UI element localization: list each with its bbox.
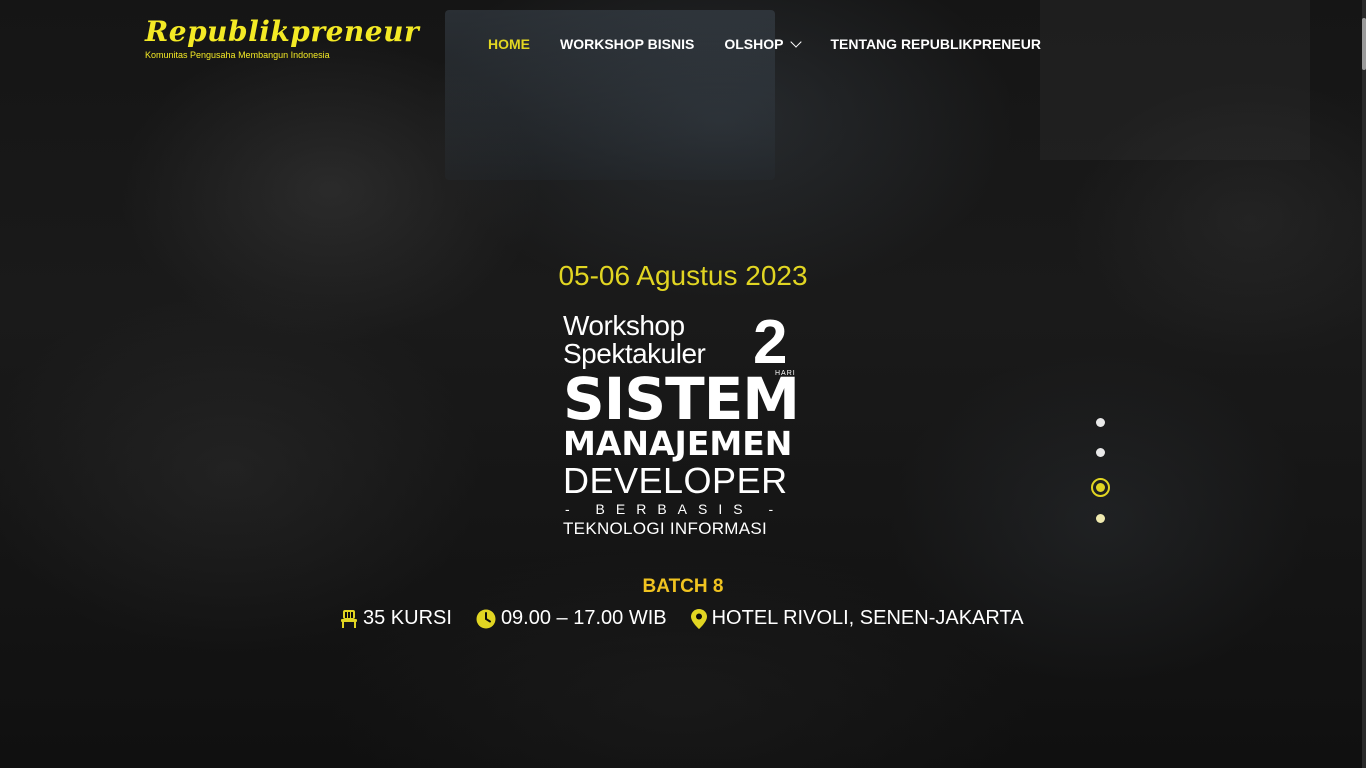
logo-subtitle: Komunitas Pengusaha Membangun Indonesia	[145, 50, 330, 60]
slider-pagination	[1091, 418, 1110, 544]
title-teknologi: TEKNOLOGI INFORMASI	[563, 519, 768, 538]
workshop-title-graphic: Workshop Spektakuler 2 HARI SISTEM MANAJ…	[563, 312, 808, 540]
nav-item-home[interactable]: HOME	[488, 36, 530, 52]
title-berbasis: - BERBASIS -	[565, 501, 785, 517]
seats-info: 35 KURSI	[340, 607, 452, 630]
nav-item-label: TENTANG REPUBLIKPRENEUR	[830, 36, 1041, 52]
title-sistem: SISTEM	[563, 365, 800, 433]
title-manajemen: MANAJEMEN	[563, 424, 793, 463]
clock-icon	[476, 609, 496, 628]
nav-item-label: OLSHOP	[724, 36, 784, 52]
time-info: 09.00 – 17.00 WIB	[476, 607, 667, 630]
title-days-number: 2	[753, 308, 788, 377]
time-text: 09.00 – 17.00 WIB	[500, 607, 667, 629]
scrollbar-track[interactable]	[1362, 0, 1366, 768]
title-days-unit: HARI	[775, 370, 796, 377]
slider-dot-2[interactable]	[1096, 448, 1105, 457]
nav-item-label: WORKSHOP BISNIS	[560, 36, 695, 52]
event-date: 05-06 Agustus 2023	[558, 260, 808, 291]
chevron-down-icon	[790, 36, 803, 48]
logo-title: Republikpreneur	[145, 15, 420, 48]
background-shape	[1040, 0, 1310, 160]
site-logo[interactable]: Republikpreneur Komunitas Pengusaha Memb…	[145, 15, 420, 61]
scrollbar-thumb[interactable]	[1362, 18, 1366, 70]
slider-dot-4[interactable]	[1096, 514, 1105, 523]
chair-icon	[341, 609, 357, 628]
nav-item-workshop-bisnis[interactable]: WORKSHOP BISNIS	[560, 36, 694, 52]
batch-label: BATCH 8	[642, 576, 724, 597]
main-navigation: HOME WORKSHOP BISNIS OLSHOP TENTANG REPU…	[488, 36, 1071, 52]
location-info: HOTEL RIVOLI, SENEN-JAKARTA	[690, 607, 1024, 630]
nav-item-tentang[interactable]: TENTANG REPUBLIKPRENEUR	[830, 36, 1041, 52]
nav-item-olshop[interactable]: OLSHOP	[724, 36, 803, 52]
location-text: HOTEL RIVOLI, SENEN-JAKARTA	[711, 607, 1024, 629]
location-pin-icon	[690, 608, 707, 629]
seats-text: 35 KURSI	[363, 607, 452, 629]
title-developer: DEVELOPER	[563, 460, 788, 501]
event-info-row: 35 KURSI 09.00 – 17.00 WIB HOTEL RIVOLI,…	[340, 607, 1048, 630]
slider-dot-3[interactable]	[1091, 478, 1110, 497]
nav-item-label: HOME	[488, 36, 530, 52]
slider-dot-1[interactable]	[1096, 418, 1105, 427]
